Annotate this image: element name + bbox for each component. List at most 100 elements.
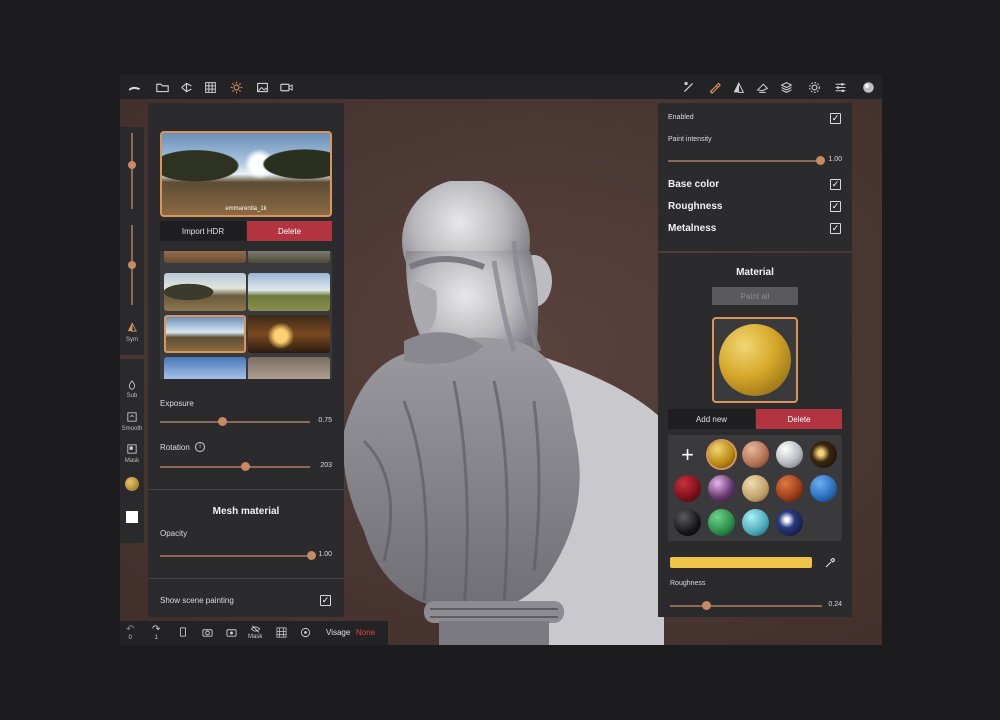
hdr-thumb-1[interactable] [164, 251, 246, 263]
left-tool-strip: Sym Sub Smooth Mask [120, 127, 144, 543]
color-swatch-white[interactable] [126, 511, 138, 523]
hdr-thumb-6[interactable] [248, 315, 330, 353]
grid-icon[interactable] [202, 79, 218, 95]
rotation-slider[interactable] [160, 466, 310, 468]
mask-icon[interactable] [126, 443, 138, 455]
symmetry-icon[interactable] [126, 321, 138, 333]
eyedropper-icon[interactable] [824, 556, 836, 568]
undo-count: 0 [128, 635, 132, 641]
material-swatch-white[interactable] [776, 441, 803, 468]
redo-icon: ↷ [152, 624, 161, 635]
exposure-slider-knob[interactable] [218, 417, 227, 426]
paint-intensity-value: 1.00 [828, 156, 842, 163]
drop-icon[interactable] [126, 379, 138, 391]
material-preview[interactable] [712, 317, 798, 403]
metalness-checkbox[interactable]: ✓ [830, 223, 841, 234]
current-hdr-preview[interactable]: emmarentia_1k [160, 131, 332, 217]
info-icon[interactable]: i [195, 442, 205, 452]
delete-material-button[interactable]: Delete [756, 409, 842, 429]
base-color-bar[interactable] [670, 557, 812, 568]
material-swatch-bronze[interactable] [810, 441, 837, 468]
radius-slider[interactable] [131, 133, 133, 209]
material-swatch-gold[interactable] [708, 441, 735, 468]
hdr-thumb-3[interactable] [164, 273, 246, 311]
wireframe-icon[interactable] [276, 627, 287, 638]
import-hdr-button[interactable]: Import HDR [160, 221, 246, 241]
select-icon[interactable] [754, 79, 770, 95]
folder-icon[interactable] [154, 79, 170, 95]
settings-icon[interactable] [300, 627, 311, 638]
delete-hdr-button[interactable]: Delete [247, 221, 332, 241]
sym-label[interactable]: Sym [120, 337, 144, 343]
roughness-checkbox[interactable]: ✓ [830, 201, 841, 212]
material-color-swatch[interactable] [125, 477, 139, 491]
home-icon[interactable] [126, 79, 142, 95]
mask-visibility-button[interactable]: Mask [248, 624, 262, 640]
sub-label[interactable]: Sub [120, 393, 144, 399]
show-scene-painting-label: Show scene painting [160, 596, 234, 605]
add-material-icon[interactable]: + [674, 441, 701, 468]
smooth-label[interactable]: Smooth [120, 426, 144, 432]
paint-icon[interactable] [706, 79, 722, 95]
material-swatch-skin[interactable] [742, 441, 769, 468]
material-swatch-cyan[interactable] [742, 509, 769, 536]
divider [148, 578, 344, 579]
phone-icon[interactable] [178, 627, 188, 637]
radius-slider-knob[interactable] [128, 161, 136, 169]
sliders-icon[interactable] [832, 79, 848, 95]
material-swatch-rust[interactable] [776, 475, 803, 502]
screenshot-icon[interactable] [202, 627, 213, 638]
camera-icon[interactable] [226, 627, 237, 638]
hdr-thumb-4[interactable] [248, 273, 330, 311]
hdr-thumb-7[interactable] [164, 357, 246, 379]
base-color-checkbox[interactable]: ✓ [830, 179, 841, 190]
material-swatch-black[interactable] [674, 509, 701, 536]
scene-tree-icon[interactable] [178, 79, 194, 95]
mask-label: Mask [248, 634, 263, 640]
hdr-thumbnail-list[interactable] [160, 251, 332, 379]
material-swatch-navy[interactable] [776, 509, 803, 536]
opacity-value: 1.00 [318, 551, 332, 558]
intensity-slider-knob[interactable] [128, 261, 136, 269]
material-swatch-iridescent[interactable] [708, 475, 735, 502]
material-swatch-red[interactable] [674, 475, 701, 502]
mask-label[interactable]: Mask [120, 458, 144, 464]
hdr-thumb-5-selected[interactable] [164, 315, 246, 353]
redo-button[interactable]: ↷ 1 [152, 624, 160, 641]
rotation-slider-knob[interactable] [241, 462, 250, 471]
top-toolbar [120, 75, 882, 99]
roughness-slider[interactable] [670, 605, 822, 607]
paint-all-button[interactable]: Paint all [712, 287, 798, 305]
settings-icon[interactable] [806, 79, 822, 95]
paint-intensity-slider[interactable] [668, 160, 820, 162]
painting-panel: Enabled ✓ Paint intensity 1.00 Base colo… [658, 103, 852, 251]
roughness-slider-knob[interactable] [702, 601, 711, 610]
hdr-thumb-8[interactable] [248, 357, 330, 379]
material-swatch-green[interactable] [708, 509, 735, 536]
matcap-icon[interactable] [860, 79, 876, 95]
material-swatch-cream[interactable] [742, 475, 769, 502]
camera-icon[interactable] [278, 79, 294, 95]
roughness-label: Roughness [670, 580, 706, 587]
visage-label[interactable]: Visage [326, 628, 350, 637]
sculpt-bust[interactable] [344, 181, 664, 645]
hdr-name: emmarentia_1k [225, 206, 267, 212]
image-icon[interactable] [254, 79, 270, 95]
smooth-icon[interactable] [126, 411, 138, 423]
add-new-material-button[interactable]: Add new [668, 409, 755, 429]
hdr-thumb-2[interactable] [248, 251, 330, 263]
exposure-slider[interactable] [160, 421, 310, 423]
redo-count: 1 [154, 635, 158, 641]
material-swatch-blue[interactable] [810, 475, 837, 502]
layers-icon[interactable] [778, 79, 794, 95]
app-window: Sym Sub Smooth Mask emmarentia_1k Import… [120, 75, 882, 645]
symmetry-icon[interactable] [730, 79, 746, 95]
sun-icon[interactable] [228, 79, 244, 95]
opacity-slider[interactable] [160, 555, 312, 557]
undo-button[interactable]: ↶ 0 [126, 624, 134, 641]
show-scene-painting-checkbox[interactable]: ✓ [320, 595, 331, 606]
brush-icon[interactable] [680, 79, 696, 95]
visage-value[interactable]: None [356, 628, 375, 637]
material-panel: Material Paint all Add new Delete + Roug… [658, 253, 852, 617]
enabled-checkbox[interactable]: ✓ [830, 113, 841, 124]
